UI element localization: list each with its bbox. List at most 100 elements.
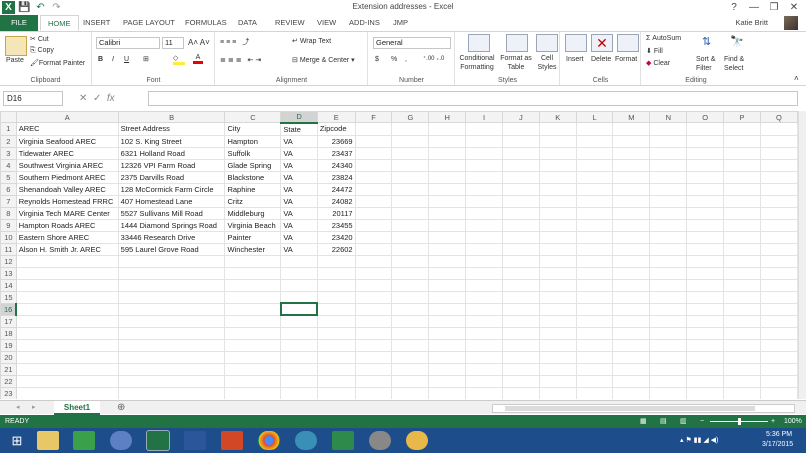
cell[interactable] [649, 122, 688, 136]
column-header[interactable]: O [686, 111, 725, 123]
cell[interactable] [575, 362, 614, 376]
cell[interactable] [428, 302, 467, 316]
cell[interactable] [759, 194, 798, 208]
zoom-in-button[interactable]: + [771, 415, 775, 428]
cell[interactable] [354, 266, 393, 280]
tab-formulas[interactable]: FORMULAS [178, 15, 234, 31]
column-header[interactable]: J [501, 111, 540, 123]
cell[interactable] [224, 374, 282, 388]
cell[interactable] [501, 266, 540, 280]
cell[interactable] [575, 374, 614, 388]
column-header[interactable]: L [575, 111, 614, 123]
bold-button[interactable]: B [98, 56, 103, 63]
paste-button[interactable]: Paste [6, 57, 24, 64]
add-sheet-icon[interactable]: ⊕ [117, 402, 125, 413]
cell[interactable] [686, 158, 725, 172]
cell[interactable] [354, 254, 393, 268]
cell[interactable]: 33446 Research Drive [117, 230, 226, 244]
cell[interactable] [649, 254, 688, 268]
autosum-button[interactable]: Σ AutoSum [646, 35, 681, 42]
cell[interactable] [759, 254, 798, 268]
cell[interactable] [575, 134, 614, 148]
next-sheet-icon[interactable]: ▸ [32, 403, 36, 411]
cell[interactable] [649, 218, 688, 232]
cell[interactable] [686, 290, 725, 304]
grow-font-icon[interactable]: A˄ A˅ [188, 38, 210, 47]
cell[interactable] [465, 374, 503, 388]
cell[interactable] [686, 386, 725, 399]
cell[interactable] [575, 230, 614, 244]
cell[interactable] [538, 242, 577, 256]
cell[interactable] [224, 326, 282, 340]
cell[interactable] [15, 374, 119, 388]
cell[interactable] [391, 278, 430, 292]
cell[interactable]: VA [280, 158, 318, 172]
cell[interactable] [354, 122, 393, 136]
cell[interactable] [538, 230, 577, 244]
number-format-select[interactable]: General [373, 37, 451, 49]
cell[interactable]: Virginia Beach [224, 218, 282, 232]
cell[interactable] [686, 206, 725, 220]
cell[interactable] [538, 122, 577, 136]
cell[interactable]: Blackstone [224, 170, 282, 184]
select-all-corner[interactable] [0, 111, 17, 123]
format-as-table-button[interactable]: Format as Table [498, 54, 534, 72]
cell[interactable] [117, 386, 226, 399]
cell[interactable] [428, 158, 467, 172]
font-size-select[interactable]: 11 [162, 37, 184, 49]
cell[interactable] [501, 122, 540, 136]
cell[interactable] [501, 302, 540, 316]
cell[interactable] [465, 230, 503, 244]
cell[interactable] [428, 122, 467, 136]
cell[interactable] [501, 338, 540, 352]
cell[interactable] [612, 362, 651, 376]
cell[interactable] [391, 134, 430, 148]
cell[interactable] [538, 158, 577, 172]
cell[interactable] [538, 314, 577, 328]
cell[interactable] [391, 326, 430, 340]
column-header[interactable]: M [612, 111, 651, 123]
cell[interactable]: 24340 [316, 158, 356, 172]
cell[interactable] [759, 134, 798, 148]
cell[interactable] [759, 362, 798, 376]
cell[interactable] [723, 374, 761, 388]
cell[interactable] [224, 254, 282, 268]
cell[interactable] [575, 326, 614, 340]
cell[interactable] [117, 302, 226, 316]
percent-button[interactable]: % [391, 56, 397, 63]
tab-page-layout[interactable]: PAGE LAYOUT [116, 15, 182, 31]
row-header[interactable]: 17 [0, 314, 17, 328]
cell[interactable] [501, 242, 540, 256]
insert-cells-icon[interactable] [565, 34, 587, 52]
cell[interactable] [759, 206, 798, 220]
cell[interactable] [538, 290, 577, 304]
cell[interactable] [575, 302, 614, 316]
cell[interactable] [723, 206, 761, 220]
tab-home[interactable]: HOME [40, 15, 79, 31]
cell[interactable]: Painter [224, 230, 282, 244]
cell[interactable] [15, 386, 119, 399]
insert-cells-button[interactable]: Insert [566, 56, 584, 63]
cell[interactable] [538, 146, 577, 160]
cell[interactable] [316, 374, 356, 388]
cell[interactable] [15, 302, 119, 316]
wrap-text-button[interactable]: ↵ Wrap Text [292, 37, 331, 45]
cell-styles-icon[interactable] [536, 34, 558, 52]
cell[interactable] [501, 350, 540, 364]
borders-icon[interactable]: ⊞ [143, 55, 149, 63]
sort-icon[interactable]: ⇅ [702, 35, 711, 48]
cell[interactable]: 6321 Holland Road [117, 146, 226, 160]
column-header[interactable]: F [354, 111, 393, 123]
cell[interactable] [649, 338, 688, 352]
prev-sheet-icon[interactable]: ◂ [16, 403, 20, 411]
row-header[interactable]: 5 [0, 170, 17, 184]
cell[interactable] [723, 146, 761, 160]
cell[interactable] [354, 290, 393, 304]
cell[interactable] [428, 134, 467, 148]
cell[interactable] [686, 194, 725, 208]
cell[interactable] [759, 314, 798, 328]
cell[interactable] [280, 350, 318, 364]
cell[interactable]: VA [280, 206, 318, 220]
cell[interactable] [612, 134, 651, 148]
tab-addins[interactable]: ADD-INS [342, 15, 387, 31]
